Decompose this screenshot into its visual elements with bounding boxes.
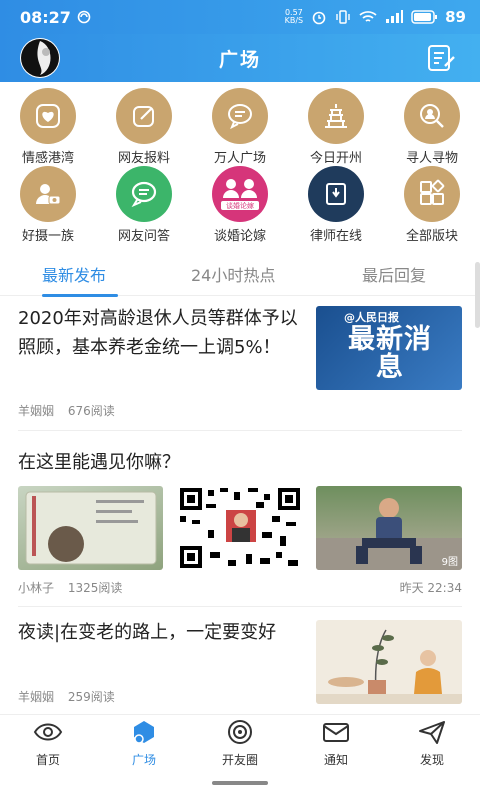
wifi-icon bbox=[359, 11, 377, 22]
category-item-wedding[interactable]: 谈婚论嫁 谈婚论嫁 bbox=[192, 166, 288, 244]
tab-24h-hot[interactable]: 24小时热点 bbox=[191, 262, 275, 286]
category-label: 律师在线 bbox=[309, 229, 362, 244]
category-label: 网友问答 bbox=[117, 229, 170, 244]
alarm-icon bbox=[312, 11, 326, 25]
post-author: 羊姻姻 bbox=[18, 404, 55, 418]
post-author: 小林子 bbox=[18, 581, 55, 595]
chat-green-icon bbox=[116, 166, 172, 222]
image-count: 9图 bbox=[441, 557, 458, 568]
post-image-person[interactable]: 9图 bbox=[316, 486, 462, 570]
post-reads: 676阅读 bbox=[67, 404, 115, 418]
heart-icon bbox=[20, 88, 76, 144]
tab-latest[interactable]: 最新发布 bbox=[42, 262, 106, 286]
post-time: 昨天 22:34 bbox=[399, 581, 462, 595]
divider bbox=[18, 606, 462, 607]
post-image-qrcode[interactable] bbox=[176, 486, 304, 570]
category-item-kaizhou[interactable]: 今日开州 bbox=[288, 88, 384, 166]
category-item-lost-found[interactable]: 寻人寻物 bbox=[384, 88, 480, 166]
scrollbar[interactable] bbox=[475, 262, 480, 328]
category-item-all[interactable]: 全部版块 bbox=[384, 166, 480, 244]
category-label: 情感港湾 bbox=[21, 151, 74, 166]
eye-icon bbox=[33, 723, 63, 741]
post-title: 在这里能遇见你嘛？ bbox=[18, 452, 180, 473]
category-label: 好摄一族 bbox=[21, 229, 74, 244]
app-notification-icon bbox=[77, 10, 91, 24]
camera-person-icon bbox=[20, 166, 76, 222]
nav-notifications[interactable]: 通知 bbox=[296, 719, 376, 768]
mail-icon bbox=[323, 723, 349, 742]
lawyer-icon bbox=[308, 166, 364, 222]
category-label: 寻人寻物 bbox=[405, 151, 458, 166]
post-reads: 1325阅读 bbox=[67, 581, 123, 595]
post-image-idcard[interactable] bbox=[18, 486, 163, 570]
tab-last-reply[interactable]: 最后回复 bbox=[362, 262, 426, 286]
category-item-square[interactable]: 万人广场 bbox=[192, 88, 288, 166]
bottom-nav: 首页 广场 开友圈 通知 发现 bbox=[0, 714, 480, 774]
post-tabs: 最新发布 24小时热点 最后回复 bbox=[0, 250, 480, 297]
vibrate-icon bbox=[336, 10, 350, 24]
category-label: 谈婚论嫁 bbox=[213, 229, 266, 244]
post-author: 羊姻姻 bbox=[18, 690, 55, 704]
wedding-logo-icon: 谈婚论嫁 bbox=[212, 166, 268, 222]
page-title: 广场 bbox=[218, 48, 261, 71]
battery-icon bbox=[411, 10, 438, 24]
grid-blocks-icon bbox=[404, 166, 460, 222]
news-image-headline: 最新消息 bbox=[348, 324, 432, 383]
pagoda-icon bbox=[308, 88, 364, 144]
chat-bubble-icon bbox=[212, 88, 268, 144]
category-item-qa[interactable]: 网友问答 bbox=[96, 166, 192, 244]
status-time: 08:27 bbox=[20, 7, 71, 27]
app-header: 广场 bbox=[0, 34, 480, 82]
plaza-icon bbox=[134, 721, 154, 744]
divider bbox=[18, 430, 462, 431]
home-indicator[interactable] bbox=[212, 781, 268, 785]
nav-friends-circle[interactable]: 开友圈 bbox=[200, 719, 280, 768]
compose-button[interactable] bbox=[424, 41, 458, 75]
avatar[interactable] bbox=[20, 38, 60, 78]
post-title: 夜读|在变老的路上，一定要变好 bbox=[18, 622, 277, 643]
category-item-lawyer[interactable]: 律师在线 bbox=[288, 166, 384, 244]
nav-plaza[interactable]: 广场 bbox=[104, 719, 184, 768]
nav-discover[interactable]: 发现 bbox=[392, 719, 472, 768]
post-title: 2020年对高龄退休人员等群体予以照顾，基本养老金统一上调5%！ bbox=[18, 308, 298, 358]
circle-icon bbox=[228, 720, 252, 744]
signal-icon bbox=[386, 10, 404, 23]
svg-text:谈婚论嫁: 谈婚论嫁 bbox=[226, 201, 254, 210]
post-image-news[interactable]: @人民日报 最新消息 bbox=[316, 306, 462, 390]
edit-icon bbox=[116, 88, 172, 144]
category-label: 网友报料 bbox=[117, 151, 170, 166]
tab-indicator bbox=[42, 294, 118, 297]
category-item-photo[interactable]: 好摄一族 bbox=[0, 166, 96, 244]
category-grid: 情感港湾 网友报料 万人广场 今日开州 寻人寻物 好摄一族 网友问答 谈婚论嫁 … bbox=[0, 88, 480, 244]
status-bar: 08:27 0.57 KB/S 89 bbox=[0, 0, 480, 34]
battery-level: 89 bbox=[445, 8, 466, 26]
category-label: 今日开州 bbox=[309, 151, 362, 166]
post-reads: 259阅读 bbox=[67, 690, 115, 704]
category-item-emotion[interactable]: 情感港湾 bbox=[0, 88, 96, 166]
category-label: 全部版块 bbox=[405, 229, 458, 244]
net-speed: 0.57 KB/S bbox=[284, 8, 304, 25]
nav-home[interactable]: 首页 bbox=[8, 719, 88, 768]
paper-plane-icon bbox=[419, 721, 445, 744]
category-item-report[interactable]: 网友报料 bbox=[96, 88, 192, 166]
post-image-illustration[interactable] bbox=[316, 620, 462, 704]
category-label: 万人广场 bbox=[213, 151, 266, 166]
search-person-icon bbox=[404, 88, 460, 144]
